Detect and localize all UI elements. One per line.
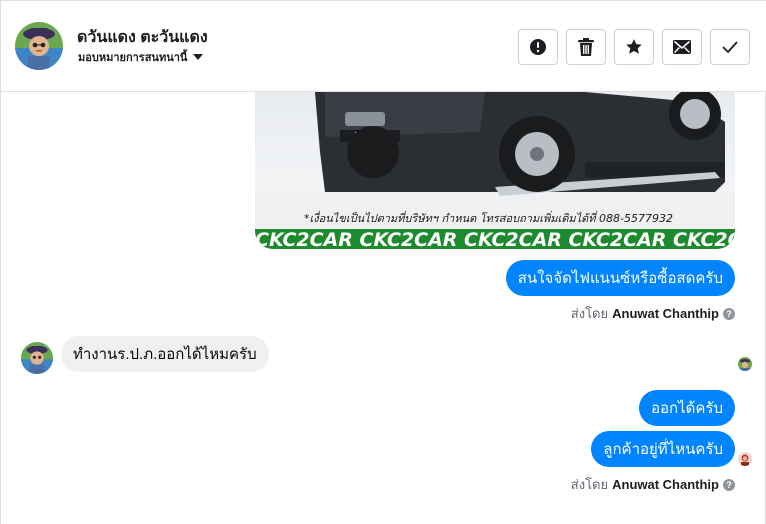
- caret-down-icon: [191, 50, 205, 64]
- star-button[interactable]: [614, 29, 654, 65]
- conversation-header: ดวันแดง ตะวันแดง มอบหมายการสนทนานี้: [1, 1, 766, 92]
- help-icon[interactable]: ?: [723, 478, 735, 491]
- delete-button[interactable]: [566, 29, 606, 65]
- sent-by-prefix: ส่งโดย: [570, 477, 609, 492]
- envelope-icon: [673, 40, 691, 54]
- contact-avatar-small[interactable]: [21, 342, 53, 374]
- seen-avatar: [738, 357, 752, 371]
- header-actions: [518, 29, 750, 65]
- mark-done-button[interactable]: [710, 29, 750, 65]
- mark-unread-button[interactable]: [662, 29, 702, 65]
- message-bubble-incoming[interactable]: ทำงานร.ป.ภ.ออกได้ไหมครับ: [61, 336, 269, 372]
- alert-circle-icon: [530, 39, 546, 55]
- check-icon: [722, 41, 738, 53]
- contact-avatar[interactable]: [15, 22, 63, 70]
- sent-by-info: ส่งโดย Anuwat Chanthip ?: [571, 303, 735, 324]
- sent-by-name[interactable]: Anuwat Chanthip: [612, 477, 719, 492]
- message-bubble-outgoing[interactable]: ลูกค้าอยู่ที่ไหนครับ: [591, 431, 735, 467]
- trash-icon: [578, 38, 594, 56]
- image-caption: *เงื่อนไขเป็นไปตามที่บริษัทฯ กำหนด โทรสอ…: [304, 210, 673, 225]
- contact-name[interactable]: ดวันแดง ตะวันแดง: [77, 25, 208, 50]
- car-image-attachment[interactable]: *เงื่อนไขเป็นไปตามที่บริษัทฯ กำหนด โทรสอ…: [255, 92, 735, 249]
- sent-by-info: ส่งโดย Anuwat Chanthip ?: [571, 474, 735, 495]
- message-thread[interactable]: *เงื่อนไขเป็นไปตามที่บริษัทฯ กำหนด โทรสอ…: [1, 92, 766, 524]
- assign-conversation-label: มอบหมายการสนทนานี้: [78, 52, 188, 64]
- message-bubble-outgoing[interactable]: ออกได้ครับ: [639, 390, 735, 426]
- star-icon: [626, 39, 642, 54]
- image-banner-text: CKC2CAR CKC2CAR CKC2CAR CKC2CAR CKC2CAR …: [255, 229, 735, 249]
- help-icon[interactable]: ?: [723, 307, 735, 320]
- conversation-panel: ดวันแดง ตะวันแดง มอบหมายการสนทนานี้ *เงื…: [0, 0, 766, 524]
- report-button[interactable]: [518, 29, 558, 65]
- assign-conversation-dropdown[interactable]: มอบหมายการสนทนานี้: [78, 48, 205, 66]
- seen-avatar: [738, 452, 752, 466]
- sent-by-name[interactable]: Anuwat Chanthip: [612, 306, 719, 321]
- sent-by-prefix: ส่งโดย: [570, 306, 609, 321]
- message-bubble-outgoing[interactable]: สนใจจัดไฟแนนซ์หรือซื้อสดครับ: [505, 260, 735, 296]
